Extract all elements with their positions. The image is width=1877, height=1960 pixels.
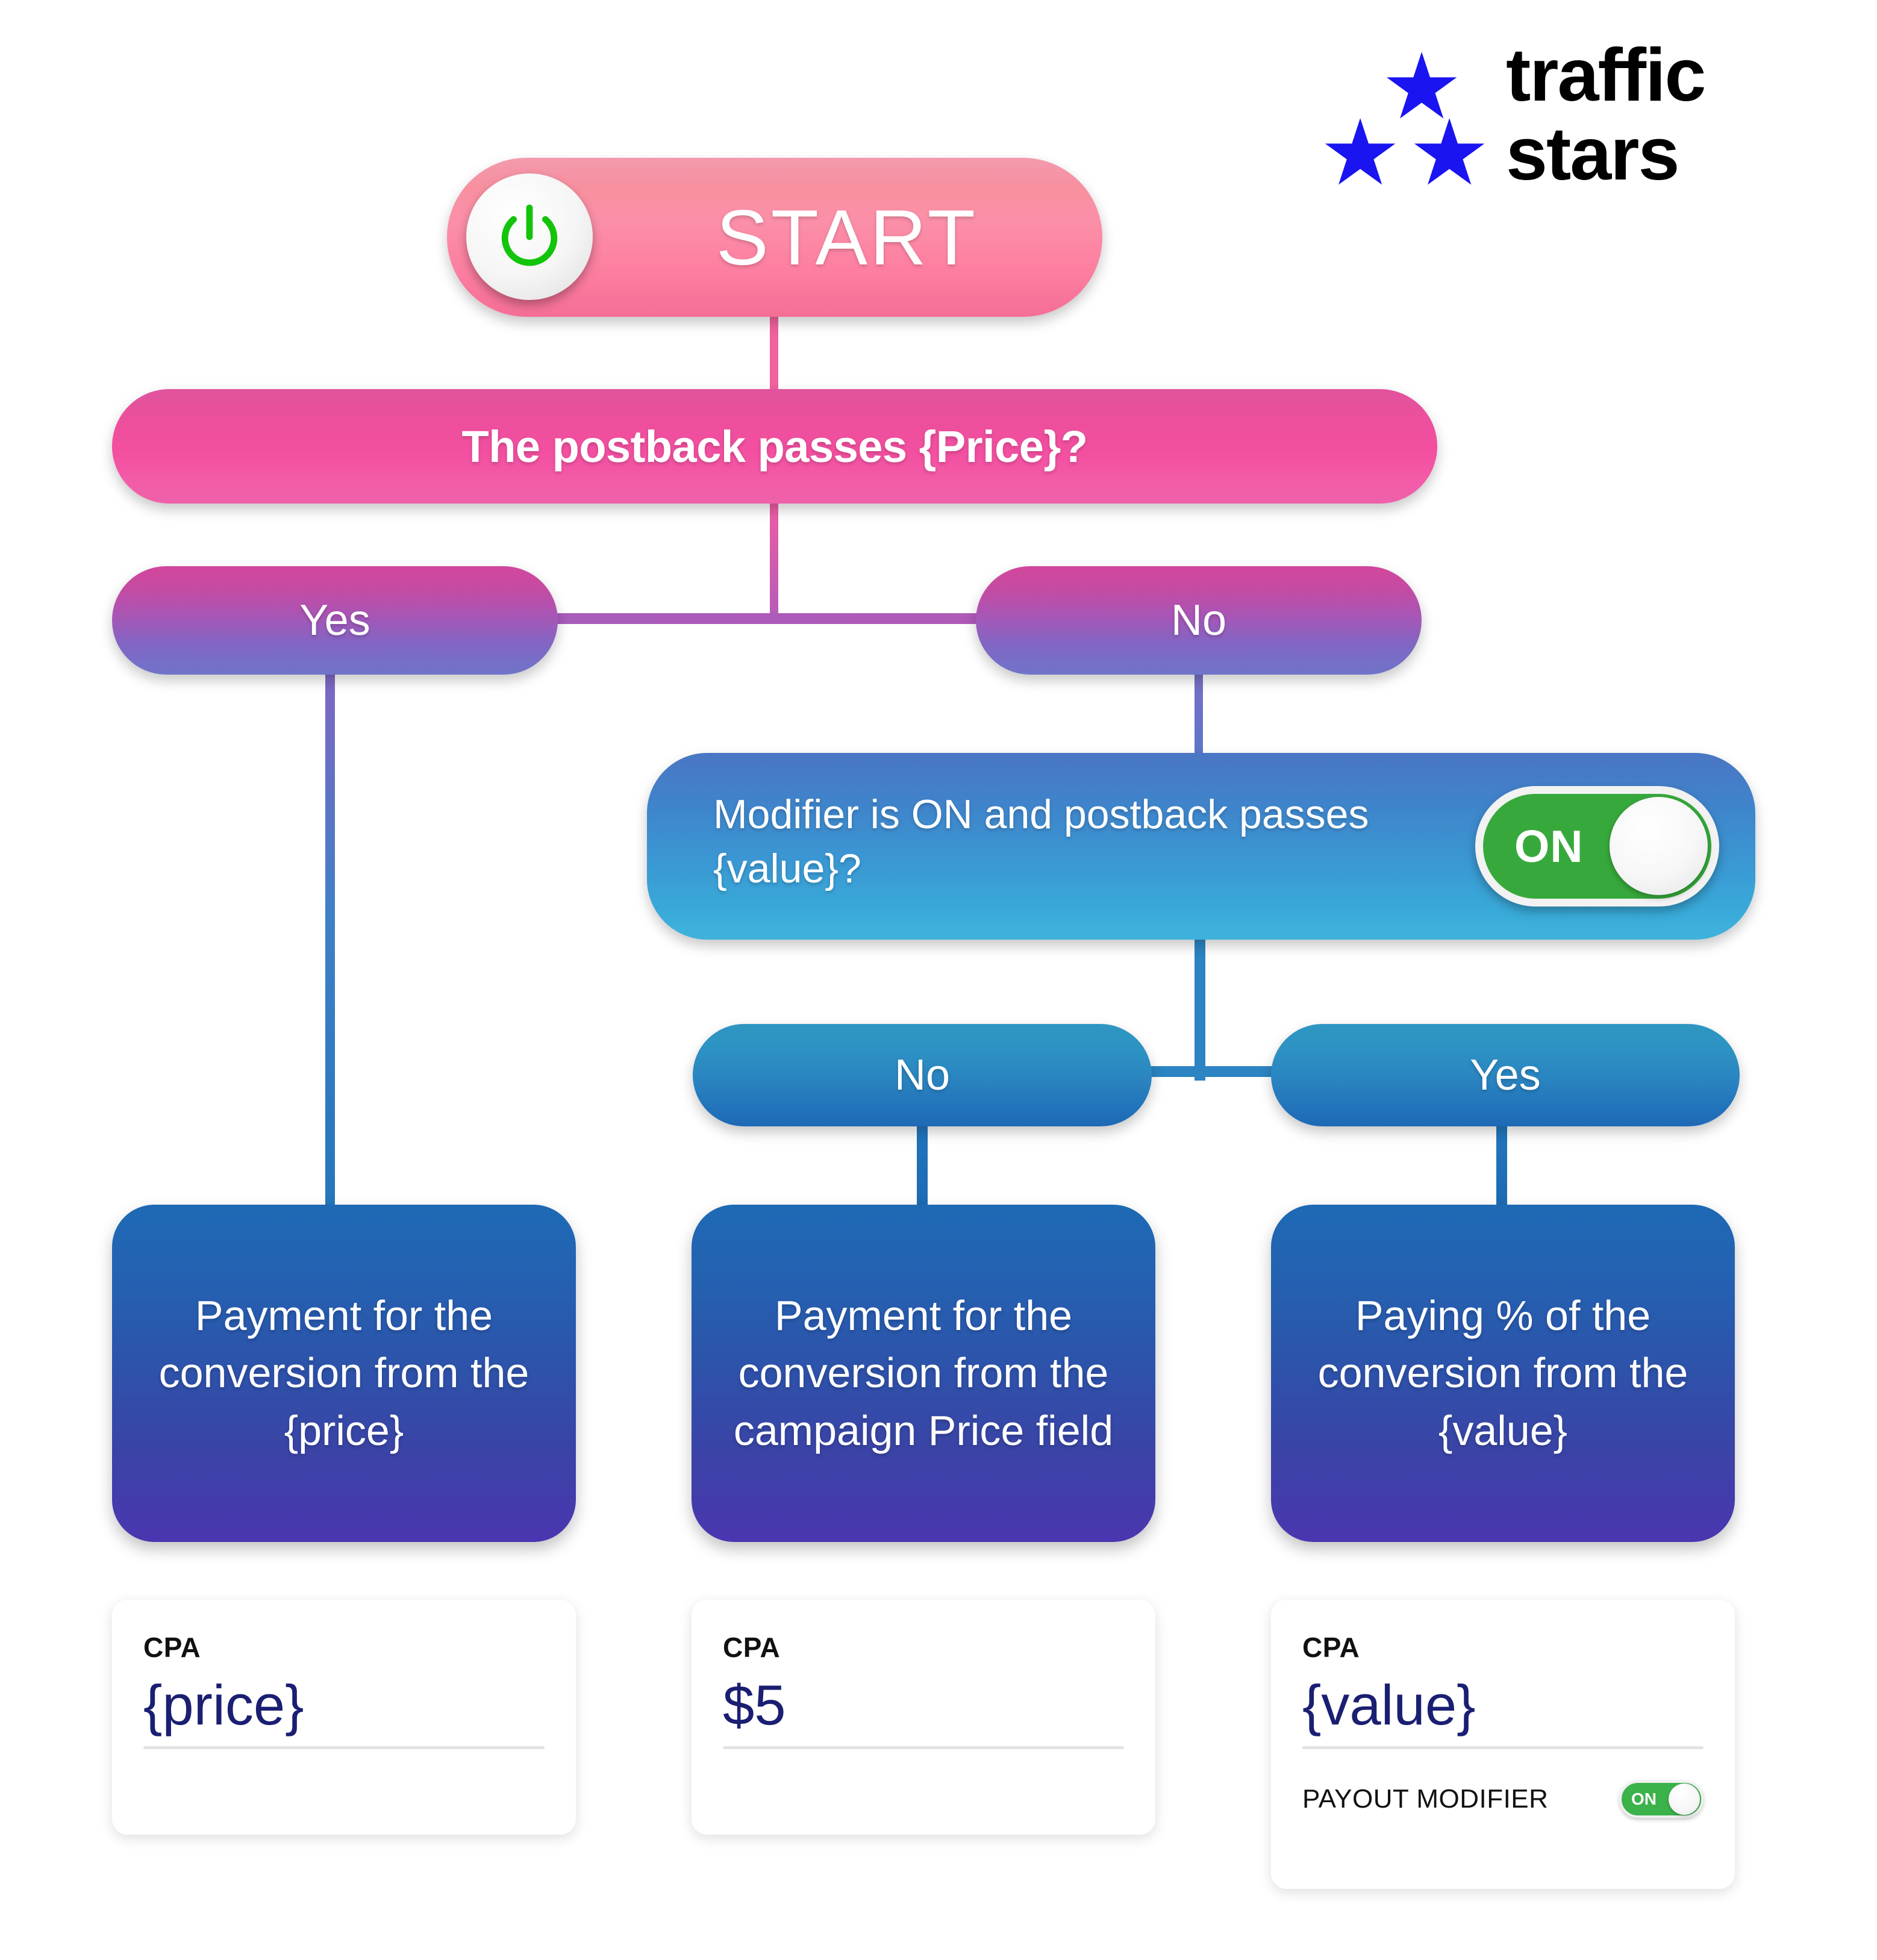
toggle-knob-icon	[1669, 1784, 1700, 1815]
power-icon[interactable]	[466, 173, 593, 300]
question2-node[interactable]: Modifier is ON and postback passes {valu…	[647, 753, 1755, 940]
modifier-toggle-label: ON	[1514, 821, 1584, 872]
connector-start-to-question1	[770, 316, 778, 393]
cpa-value[interactable]: $5	[723, 1673, 1124, 1737]
connector-yes2-to-result3	[1496, 1123, 1507, 1213]
modifier-toggle[interactable]: ON	[1475, 786, 1719, 907]
cpa-card[interactable]: CPA $5	[692, 1600, 1155, 1835]
connector-question2-down	[1195, 935, 1205, 1081]
start-label: START	[716, 193, 978, 281]
cpa-value[interactable]: {value}	[1302, 1673, 1704, 1737]
cpa-value[interactable]: {price}	[143, 1673, 545, 1737]
start-node[interactable]: START	[447, 158, 1102, 317]
payout-modifier-row: PAYOUT MODIFIER ON	[1302, 1781, 1704, 1818]
payout-modifier-toggle[interactable]: ON	[1619, 1781, 1704, 1818]
payout-modifier-label: PAYOUT MODIFIER	[1302, 1784, 1549, 1814]
star-icon: ★	[1408, 102, 1491, 204]
connector-question1-down	[770, 500, 778, 620]
branch2-no-node[interactable]: No	[693, 1024, 1152, 1126]
connector-branch2-horizontal	[1145, 1066, 1277, 1077]
connector-no1-to-question2	[1195, 670, 1203, 759]
question1-node[interactable]: The postback passes {Price}?	[112, 389, 1437, 504]
result-card[interactable]: Paying % of the conversion from the {val…	[1271, 1205, 1735, 1542]
cpa-field-underline	[723, 1746, 1124, 1750]
branch2-no-label: No	[894, 1051, 951, 1099]
branch1-no-node[interactable]: No	[976, 566, 1422, 675]
branch1-yes-label: Yes	[299, 596, 370, 644]
branch2-yes-label: Yes	[1470, 1051, 1541, 1099]
star-icon: ★	[1319, 102, 1402, 204]
result-card[interactable]: Payment for the conversion from the camp…	[692, 1205, 1155, 1542]
logo-line-traffic: traffic	[1506, 34, 1707, 117]
branch2-yes-node[interactable]: Yes	[1271, 1024, 1740, 1126]
cpa-label: CPA	[1302, 1632, 1360, 1663]
cpa-field-underline	[143, 1746, 545, 1750]
logo-stars-group: ★ ★ ★	[1319, 41, 1494, 199]
cpa-card[interactable]: CPA {price}	[112, 1600, 576, 1835]
connector-branch1-horizontal	[549, 613, 982, 624]
logo-line-stars: stars	[1506, 113, 1679, 196]
branch1-no-label: No	[1170, 596, 1227, 644]
result-text: Payment for the conversion from the camp…	[733, 1292, 1114, 1454]
connector-no2-to-result2	[917, 1123, 928, 1213]
flowchart-canvas: ★ ★ ★ traffic stars START The postback p…	[0, 0, 1877, 1960]
power-glyph	[501, 204, 558, 266]
toggle-knob-icon	[1610, 797, 1708, 895]
question2-label: Modifier is ON and postback passes {valu…	[713, 791, 1369, 891]
question1-label: The postback passes {Price}?	[461, 421, 1088, 472]
connector-yes1-to-result1	[325, 670, 335, 1211]
result-card[interactable]: Payment for the conversion from the {pri…	[112, 1205, 576, 1542]
result-text: Paying % of the conversion from the {val…	[1317, 1292, 1688, 1454]
logo-wordmark: traffic stars	[1506, 34, 1707, 196]
cpa-field-underline	[1302, 1746, 1704, 1750]
result-text: Payment for the conversion from the {pri…	[158, 1292, 529, 1454]
cpa-label: CPA	[143, 1632, 201, 1663]
cpa-label: CPA	[723, 1632, 781, 1663]
traffic-stars-logo: ★ ★ ★ traffic stars	[1319, 36, 1861, 205]
cpa-card[interactable]: CPA {value} PAYOUT MODIFIER ON	[1271, 1600, 1735, 1889]
branch1-yes-node[interactable]: Yes	[112, 566, 558, 675]
payout-modifier-toggle-label: ON	[1631, 1790, 1657, 1809]
